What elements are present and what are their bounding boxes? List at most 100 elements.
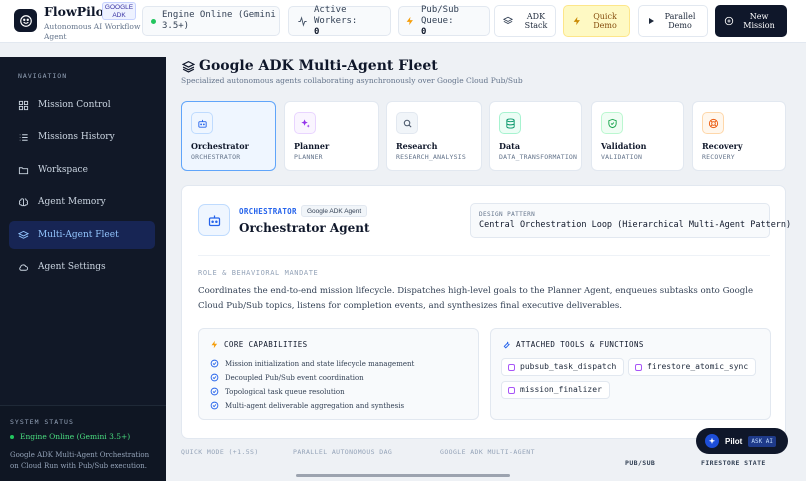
life-buoy-icon <box>708 118 718 128</box>
nav-heading: NAVIGATION <box>18 72 68 80</box>
function-icon <box>508 364 515 371</box>
layers-icon <box>18 230 29 239</box>
agent-detail-panel: ORCHESTRATOR Google ADK Agent Orchestrat… <box>181 185 792 439</box>
check-circle-icon <box>210 373 219 382</box>
pilot-icon-wrap <box>705 434 719 448</box>
tool-name: mission_finalizer <box>520 385 602 394</box>
pilot-tag: ASK AI <box>748 435 777 447</box>
plus-circle-icon <box>724 16 734 26</box>
tools-box: ATTACHED TOOLS & FUNCTIONS pubsub_task_d… <box>490 328 771 420</box>
brain-icon <box>18 197 29 206</box>
agent-icon-wrap <box>191 112 213 134</box>
bot-icon <box>208 215 220 226</box>
capability-text: Decoupled Pub/Sub event coordination <box>225 373 364 382</box>
sidebar-item-agent-settings[interactable]: Agent Settings <box>9 253 155 281</box>
agent-code: DATA_TRANSFORMATION <box>499 153 578 161</box>
sidebar-item-label: Multi-Agent Fleet <box>38 230 119 240</box>
top-bar: FlowPilot GOOGLE ADK Autonomous AI Workf… <box>0 0 806 43</box>
capability-text: Mission initialization and state lifecyc… <box>225 359 415 368</box>
app-logo[interactable] <box>14 9 37 32</box>
mandate-text: Coordinates the end-to-end mission lifec… <box>198 286 754 311</box>
sidebar-item-label: Agent Settings <box>38 262 106 272</box>
detail-agent-code: ORCHESTRATOR <box>239 207 297 216</box>
new-mission-label: New Mission <box>743 11 775 31</box>
agent-code: RESEARCH_ANALYSIS <box>396 153 466 161</box>
agent-card-planner[interactable]: Planner PLANNER <box>284 101 379 171</box>
design-pattern-box: DESIGN PATTERN Central Orchestration Loo… <box>470 203 792 238</box>
workers-label: Active Workers: <box>314 4 358 26</box>
page-subtitle: Specialized autonomous agents collaborat… <box>181 76 523 85</box>
pilot-assistant-button[interactable]: Pilot ASK AI <box>696 428 788 454</box>
tool-chip[interactable]: firestore_atomic_sync <box>628 358 757 376</box>
queue-value: 0 <box>421 26 427 37</box>
agent-code: VALIDATION <box>601 153 643 161</box>
workers-value: 0 <box>314 26 320 37</box>
agent-card-orchestrator[interactable]: Orchestrator ORCHESTRATOR <box>181 101 276 171</box>
pilot-label: Pilot <box>725 436 743 446</box>
list-icon <box>19 133 28 141</box>
agent-icon-wrap <box>702 112 724 134</box>
bot-icon <box>197 119 207 128</box>
check-circle-icon <box>210 387 219 396</box>
app-subtitle: Autonomous AI Workflow Agent <box>44 22 141 41</box>
tool-chip[interactable]: pubsub_task_dispatch <box>501 358 625 376</box>
capability-text: Topological task queue resolution <box>225 387 345 396</box>
footer-firestore: FIRESTORE STATE <box>701 459 766 467</box>
adk-stack-button[interactable]: ADK Stack <box>494 5 556 37</box>
mandate-heading: ROLE & BEHAVIORAL MANDATE <box>198 269 319 277</box>
capability-item: Topological task queue resolution <box>210 387 345 396</box>
agent-icon-wrap <box>499 112 521 134</box>
new-mission-button[interactable]: New Mission <box>715 5 787 37</box>
agent-name: Research <box>396 141 438 151</box>
agent-card-recovery[interactable]: Recovery RECOVERY <box>692 101 786 171</box>
capability-item: Mission initialization and state lifecyc… <box>210 359 414 368</box>
queue-label: Pub/Sub Queue: <box>421 4 459 26</box>
agent-name: Recovery <box>702 141 743 151</box>
engine-status-pill: Engine Online (Gemini 3.5+) <box>142 6 280 36</box>
capabilities-heading: CORE CAPABILITIES <box>210 340 308 349</box>
footer-parallel: PARALLEL AUTONOMOUS DAG <box>293 448 393 456</box>
system-status-description: Google ADK Multi-Agent Orchestration on … <box>10 451 150 470</box>
quick-demo-button[interactable]: Quick Demo <box>563 5 630 37</box>
app-name: FlowPilot <box>44 4 110 19</box>
sidebar-item-agent-memory[interactable]: Agent Memory <box>9 188 155 216</box>
bot-logo-icon <box>19 14 32 27</box>
design-pattern-value: Central Orchestration Loop (Hierarchical… <box>479 220 792 230</box>
app-badge: GOOGLE ADK <box>102 2 136 20</box>
sidebar-item-workspace[interactable]: Workspace <box>9 156 155 184</box>
layers-icon <box>503 16 513 24</box>
check-circle-icon <box>210 359 219 368</box>
divider <box>198 255 770 256</box>
layers-icon <box>182 60 195 73</box>
activity-icon <box>298 15 307 27</box>
sidebar-item-missions-history[interactable]: Missions History <box>9 123 155 151</box>
tools-heading-text: ATTACHED TOOLS & FUNCTIONS <box>516 340 644 349</box>
horizontal-scrollbar[interactable] <box>296 474 510 477</box>
sidebar-item-label: Agent Memory <box>38 197 106 207</box>
agent-icon-wrap <box>396 112 418 134</box>
sidebar-item-mission-control[interactable]: Mission Control <box>9 91 155 119</box>
agent-card-research[interactable]: Research RESEARCH_ANALYSIS <box>386 101 482 171</box>
sidebar-item-multi-agent-fleet[interactable]: Multi-Agent Fleet <box>9 221 155 249</box>
cloud-icon <box>19 263 29 271</box>
agent-code: PLANNER <box>294 153 323 161</box>
wrench-icon <box>503 341 510 349</box>
zap-icon <box>406 16 413 26</box>
tools-heading: ATTACHED TOOLS & FUNCTIONS <box>502 340 644 349</box>
agent-card-data[interactable]: Data DATA_TRANSFORMATION <box>489 101 582 171</box>
capability-item: Decoupled Pub/Sub event coordination <box>210 373 364 382</box>
parallel-demo-button[interactable]: Parallel Demo <box>638 5 708 37</box>
detail-badge: Google ADK Agent <box>301 205 368 217</box>
system-status-text: Engine Online (Gemini 3.5+) <box>20 432 131 441</box>
sidebar-item-label: Missions History <box>38 132 115 142</box>
agent-name: Orchestrator <box>191 141 249 151</box>
tool-chip[interactable]: mission_finalizer <box>501 381 610 399</box>
capabilities-box: CORE CAPABILITIES Mission initialization… <box>198 328 479 420</box>
function-icon <box>508 387 515 394</box>
tool-name: pubsub_task_dispatch <box>520 362 617 371</box>
agent-card-validation[interactable]: Validation VALIDATION <box>591 101 684 171</box>
zap-icon <box>573 16 580 26</box>
engine-status-text: Engine Online (Gemini 3.5+) <box>162 10 276 31</box>
agent-icon-wrap <box>294 112 316 134</box>
grid-icon <box>18 100 29 110</box>
